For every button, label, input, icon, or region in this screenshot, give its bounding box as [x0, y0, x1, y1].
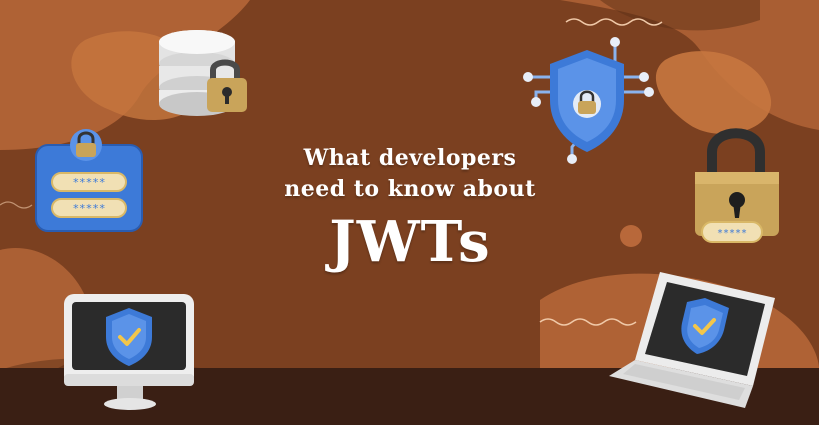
- banner-canvas: ***** ***** ***** What developers need t…: [0, 0, 819, 425]
- password-mask-1: *****: [72, 176, 105, 189]
- password-mask-2: *****: [72, 202, 105, 215]
- headline-line-2: need to know about: [284, 176, 536, 202]
- password-card-icon: ***** *****: [35, 129, 143, 232]
- monitor-shield-icon: [64, 294, 194, 410]
- headline-line-3: JWTs: [329, 209, 491, 275]
- password-mask-3: *****: [717, 228, 747, 239]
- headline-line-1: What developers: [303, 145, 517, 171]
- database-lock-icon: [159, 30, 247, 116]
- laptop-shield-icon: [609, 272, 775, 408]
- padlock-password-icon: *****: [695, 128, 779, 243]
